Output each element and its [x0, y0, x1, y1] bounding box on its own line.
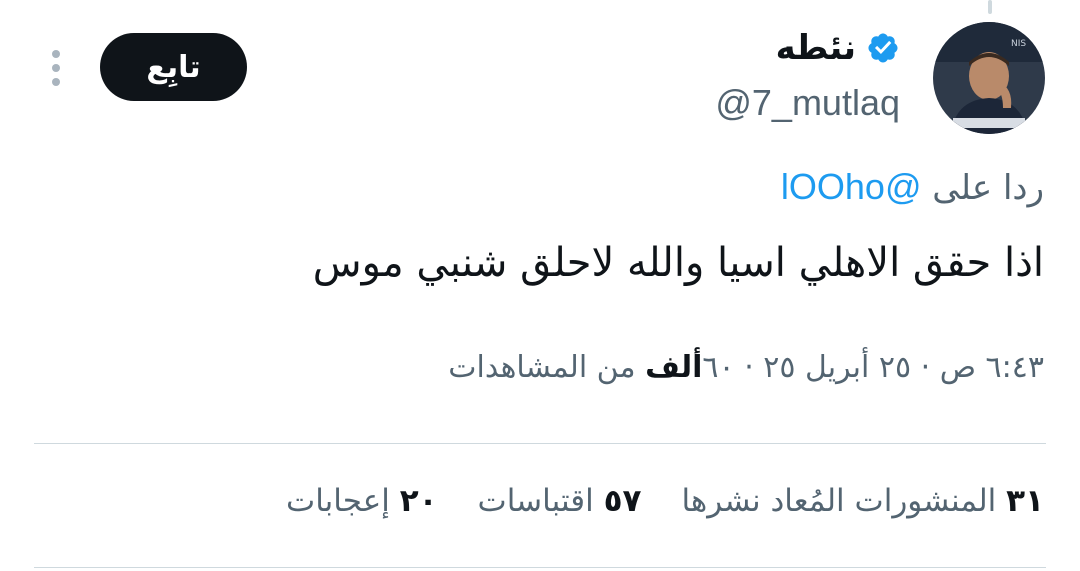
author-name-row: نئطه [776, 28, 900, 68]
quotes-count: ٥٧ [603, 483, 642, 519]
engagement-stats: ٣١ المنشورات المُعاد نشرها ٥٧ اقتباسات ٢… [286, 483, 1044, 519]
quotes-stat[interactable]: ٥٧ اقتباسات [478, 483, 642, 519]
likes-label: إعجابات [286, 483, 390, 519]
reply-mention-link[interactable]: @lOOho [781, 166, 922, 207]
divider-top [34, 443, 1046, 444]
reposts-stat[interactable]: ٣١ المنشورات المُعاد نشرها [681, 483, 1044, 519]
views-label: من المشاهدات [448, 350, 636, 385]
avatar[interactable]: NIS [933, 22, 1045, 134]
tweet-meta: ٦:٤٣ ص · ٢٥ أبريل ٢٥ · ٦٠ألف من المشاهدا… [448, 350, 1044, 385]
thread-connector-line [988, 0, 992, 14]
svg-text:NIS: NIS [1011, 39, 1026, 49]
divider-bottom [34, 567, 1046, 568]
follow-button[interactable]: تابِع [100, 33, 247, 101]
likes-stat[interactable]: ٢٠ إعجابات [286, 483, 438, 519]
views-count: ألف [645, 350, 703, 385]
tweet-body: اذا حقق الاهلي اسيا والله لاحلق شنبي موس [312, 240, 1044, 286]
author-handle[interactable]: @7_mutlaq [715, 82, 900, 124]
likes-count: ٢٠ [399, 483, 438, 519]
reply-context: ردا على @lOOho [781, 166, 1044, 208]
reply-prefix: ردا على [932, 168, 1044, 208]
verified-badge-icon [868, 33, 898, 63]
reposts-count: ٣١ [1006, 483, 1044, 519]
tweet-timestamp[interactable]: ٦:٤٣ ص · ٢٥ أبريل ٢٥ · ٦٠ [702, 350, 1044, 385]
quotes-label: اقتباسات [477, 483, 594, 519]
vertical-ellipsis-icon[interactable] [48, 48, 64, 88]
avatar-photo: NIS [933, 22, 1045, 134]
author-display-name[interactable]: نئطه [776, 28, 856, 68]
reposts-label: المنشورات المُعاد نشرها [681, 483, 997, 519]
